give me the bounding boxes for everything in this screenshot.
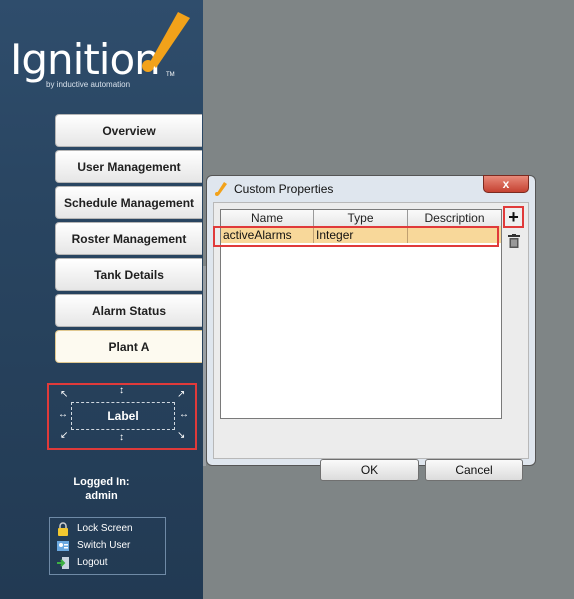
cancel-button[interactable]: Cancel bbox=[425, 459, 523, 481]
nav-tank-details-button[interactable]: Tank Details bbox=[55, 258, 202, 291]
resize-handle-n-icon[interactable]: ↕ bbox=[119, 386, 124, 396]
ok-button-label: OK bbox=[360, 463, 379, 477]
close-button[interactable]: x bbox=[483, 175, 529, 193]
nav-plant-a-button[interactable]: Plant A bbox=[55, 330, 202, 363]
switch-user-label: Switch User bbox=[77, 540, 131, 551]
label-component-highlight[interactable]: Label ↖ ↕ ↗ ↔ ↔ ↙ ↕ ↘ bbox=[47, 383, 197, 450]
logo-checkmark-icon: TM bbox=[142, 12, 190, 78]
nav-overview-button[interactable]: Overview bbox=[55, 114, 202, 147]
logged-in-label: Logged In: bbox=[73, 476, 130, 488]
table-header: Name Type Description bbox=[221, 210, 501, 227]
ok-button[interactable]: OK bbox=[320, 459, 419, 481]
column-header-name[interactable]: Name bbox=[221, 210, 314, 226]
resize-handle-e-icon[interactable]: ↔ bbox=[179, 410, 189, 420]
nav-alarm-status-button[interactable]: Alarm Status bbox=[55, 294, 202, 327]
logo-trademark: TM bbox=[166, 72, 175, 78]
logged-in-username: admin bbox=[85, 490, 118, 502]
column-header-type[interactable]: Type bbox=[314, 210, 408, 226]
resize-handle-ne-icon[interactable]: ↗ bbox=[177, 390, 185, 400]
lock-screen-action[interactable]: Lock Screen bbox=[56, 521, 133, 536]
nav-schedule-management-button[interactable]: Schedule Management bbox=[55, 186, 202, 219]
dialog-title: Custom Properties bbox=[234, 182, 334, 196]
ignition-check-icon bbox=[215, 182, 227, 196]
column-header-description[interactable]: Description bbox=[408, 210, 501, 226]
selected-row-highlight bbox=[213, 226, 499, 247]
nav-roster-management-button[interactable]: Roster Management bbox=[55, 222, 202, 255]
resize-handle-s-icon[interactable]: ↕ bbox=[119, 433, 124, 443]
logout-label: Logout bbox=[77, 557, 108, 568]
logo-tagline: by inductive automation bbox=[46, 80, 131, 89]
custom-properties-dialog: Custom Properties x Name Type Descriptio… bbox=[206, 175, 536, 481]
nav-user-management-button[interactable]: User Management bbox=[55, 150, 202, 183]
resize-handle-nw-icon[interactable]: ↖ bbox=[60, 390, 68, 400]
switch-user-action[interactable]: Switch User bbox=[56, 538, 130, 553]
logout-action[interactable]: Logout bbox=[56, 555, 108, 570]
cancel-button-label: Cancel bbox=[455, 463, 493, 477]
switch-user-icon bbox=[57, 540, 69, 551]
lock-screen-label: Lock Screen bbox=[77, 523, 133, 534]
trash-icon[interactable] bbox=[508, 234, 520, 248]
lock-icon bbox=[58, 521, 68, 536]
logout-icon bbox=[57, 556, 69, 569]
resize-handle-sw-icon[interactable]: ↙ bbox=[60, 431, 68, 441]
label-component[interactable]: Label bbox=[71, 402, 175, 430]
dialog-titlebar[interactable]: Custom Properties x bbox=[207, 175, 535, 202]
resize-handle-se-icon[interactable]: ↘ bbox=[177, 431, 185, 441]
resize-handle-w-icon[interactable]: ↔ bbox=[58, 410, 68, 420]
sidebar: Ignition TM by inductive automation Over… bbox=[0, 0, 203, 599]
add-property-button[interactable]: + bbox=[503, 206, 524, 228]
session-actions-panel: Lock Screen Switch User Logout bbox=[49, 517, 166, 575]
